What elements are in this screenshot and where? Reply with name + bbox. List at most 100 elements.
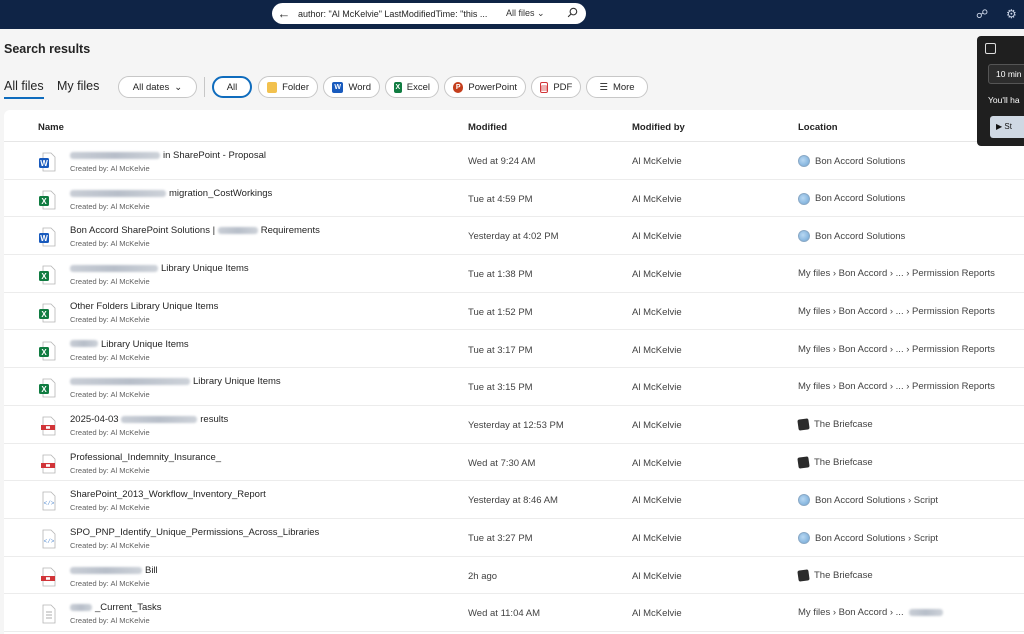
location-link[interactable]: Bon Accord Solutions [798, 155, 905, 167]
modified-date: Yesterday at 4:02 PM [468, 231, 559, 243]
column-header-name[interactable]: Name [38, 122, 64, 133]
pdf-file-icon [41, 454, 56, 473]
created-by-text: Created by: Al McKelvie [70, 352, 150, 362]
minutes-input[interactable]: 10 min [988, 64, 1024, 84]
file-name-link[interactable]: Library Unique Items [70, 263, 249, 274]
location-link[interactable]: Bon Accord Solutions [798, 192, 905, 205]
tab-all-files[interactable]: All files [4, 79, 44, 99]
location-link[interactable]: My files › Bon Accord › ... › Permission… [798, 268, 995, 279]
modified-date: Tue at 1:38 PM [468, 269, 533, 281]
search-input[interactable]: author: "Al McKelvie" LastModifiedTime: … [296, 9, 502, 19]
file-name-text: 2025-04-03 [70, 413, 119, 425]
back-arrow-icon[interactable]: ← [272, 6, 296, 21]
modified-date: Tue at 3:17 PM [468, 344, 533, 356]
svg-text:X: X [41, 197, 47, 206]
briefcase-site-icon [797, 455, 810, 469]
location-link[interactable]: The Briefcase [797, 418, 873, 431]
settings-gear-icon[interactable]: ⚙ [1006, 7, 1017, 21]
table-row[interactable]: </> SPO_PNP_Identify_Unique_Permissions_A… [4, 519, 1024, 557]
table-row[interactable]: W Bon Accord SharePoint Solutions | Requi… [4, 217, 1024, 256]
focus-timer-panel: 10 min You'll ha ▶ St [977, 36, 1024, 146]
modified-by-name: Al McKelvie [632, 457, 682, 469]
table-row[interactable]: X Library Unique Items Created by: Al McKe… [4, 331, 1024, 369]
table-row[interactable]: X Library Unique Items Created by: Al McKe… [4, 368, 1024, 406]
file-name-text: Library Unique Items [101, 338, 189, 350]
table-row[interactable]: X Library Unique Items Created by: Al McKe… [4, 255, 1024, 293]
file-name-link[interactable]: _Current_Tasks [70, 602, 162, 613]
location-link[interactable]: Bon Accord Solutions › Script [798, 494, 938, 507]
redacted-text [908, 609, 943, 617]
svg-text:X: X [41, 385, 47, 394]
file-name-link[interactable]: Professional_Indemnity_Insurance_ [70, 452, 221, 463]
file-name-link[interactable]: 2025-04-03 results [70, 414, 228, 425]
svg-text:W: W [40, 159, 48, 168]
file-name-link[interactable]: Bon Accord SharePoint Solutions | Requir… [70, 225, 320, 236]
search-scope-dropdown[interactable]: All files ⌄ [502, 8, 560, 19]
filter-word-button[interactable]: W Word [323, 76, 380, 98]
pdf-icon: ▤ [539, 81, 549, 93]
table-row[interactable]: Win SharePoint - Proposal Created by: Al … [4, 142, 1024, 180]
redacted-text [70, 566, 142, 574]
search-box[interactable]: ← author: "Al McKelvie" LastModifiedTime… [272, 3, 586, 24]
filter-excel-button[interactable]: X Excel [385, 76, 439, 98]
table-row[interactable]: </> SharePoint_2013_Workflow_Inventory_Re… [4, 481, 1024, 519]
location-link[interactable]: My files › Bon Accord › ... › Permission… [798, 344, 995, 355]
file-name-link[interactable]: migration_CostWorkings [70, 188, 272, 199]
redacted-text [70, 378, 190, 386]
timer-message: You'll ha [988, 95, 1020, 105]
file-name-link[interactable]: Bill [70, 565, 158, 576]
table-row[interactable]: 2025-04-03 results Created by: Al McKelvi… [4, 406, 1024, 444]
redacted-text [70, 151, 160, 159]
filter-all-button[interactable]: All [212, 76, 252, 98]
modified-date: 2h ago [468, 570, 498, 582]
modified-by-name: Al McKelvie [632, 231, 682, 243]
table-row[interactable]: Professional_Indemnity_Insurance_ Created… [4, 444, 1024, 482]
created-by-text: Created by: Al McKelvie [70, 390, 150, 400]
location-text: The Briefcase [814, 569, 873, 581]
date-filter-dropdown[interactable]: All dates ⌄ [118, 76, 197, 98]
excel-file-icon: X [39, 341, 56, 360]
filter-powerpoint-button[interactable]: P PowerPoint [444, 76, 526, 98]
filter-more-button[interactable]: ☰ More [586, 76, 648, 98]
file-name-link[interactable]: SharePoint_2013_Workflow_Inventory_Repor… [70, 489, 266, 500]
location-link[interactable]: My files › Bon Accord › ... › Permission… [798, 306, 995, 317]
redacted-text [121, 415, 198, 423]
location-link[interactable]: My files › Bon Accord › ... › Permission… [798, 381, 995, 392]
popout-icon[interactable] [985, 43, 996, 54]
location-text: My files › Bon Accord › ... [798, 607, 904, 619]
search-scope-label: All files [506, 8, 535, 18]
briefcase-site-icon [797, 418, 810, 431]
created-by-text: Created by: Al McKelvie [70, 503, 150, 513]
created-by-text: Created by: Al McKelvie [70, 578, 150, 588]
table-row[interactable]: X Other Folders Library Unique Items Creat… [4, 293, 1024, 331]
file-name-link[interactable]: Library Unique Items [70, 339, 189, 350]
modified-by-name: Al McKelvie [632, 344, 682, 356]
filter-pdf-button[interactable]: ▤ PDF [531, 76, 581, 98]
excel-icon: X [394, 81, 402, 93]
column-header-modified-by[interactable]: Modified by [632, 122, 685, 133]
location-link[interactable]: The Briefcase [797, 455, 873, 469]
file-name-link[interactable]: SPO_PNP_Identify_Unique_Permissions_Acro… [70, 527, 319, 538]
file-name-link[interactable]: Other Folders Library Unique Items [70, 301, 218, 312]
table-row[interactable]: Xmigration_CostWorkings Created by: Al Mc… [4, 180, 1024, 218]
tab-my-files[interactable]: My files [57, 79, 99, 93]
file-name-text: migration_CostWorkings [169, 187, 273, 199]
location-link[interactable]: Bon Accord Solutions [798, 230, 905, 243]
location-link[interactable]: Bon Accord Solutions › Script [798, 532, 938, 544]
sharepoint-site-icon [798, 155, 810, 167]
location-link[interactable]: The Briefcase [797, 568, 873, 582]
location-link[interactable]: My files › Bon Accord › ... [798, 607, 946, 618]
table-row[interactable]: _Current_Tasks Created by: Al McKelvie Wed… [4, 594, 1024, 633]
chevron-down-icon: ⌄ [174, 81, 183, 93]
column-header-modified[interactable]: Modified [468, 122, 507, 133]
column-header-location[interactable]: Location [798, 122, 838, 133]
filter-folder-button[interactable]: . Folder [258, 76, 318, 98]
sharepoint-site-icon [798, 532, 810, 544]
file-name-link[interactable]: Library Unique Items [70, 376, 281, 387]
table-row[interactable]: Bill Created by: Al McKelvie 2h ago Al McKe… [4, 557, 1024, 595]
start-button[interactable]: ▶ St [990, 116, 1024, 138]
file-name-link[interactable]: in SharePoint - Proposal [70, 150, 266, 161]
modified-by-name: Al McKelvie [632, 269, 682, 281]
search-icon[interactable] [560, 7, 584, 20]
share-network-icon[interactable]: ☍ [976, 7, 988, 21]
